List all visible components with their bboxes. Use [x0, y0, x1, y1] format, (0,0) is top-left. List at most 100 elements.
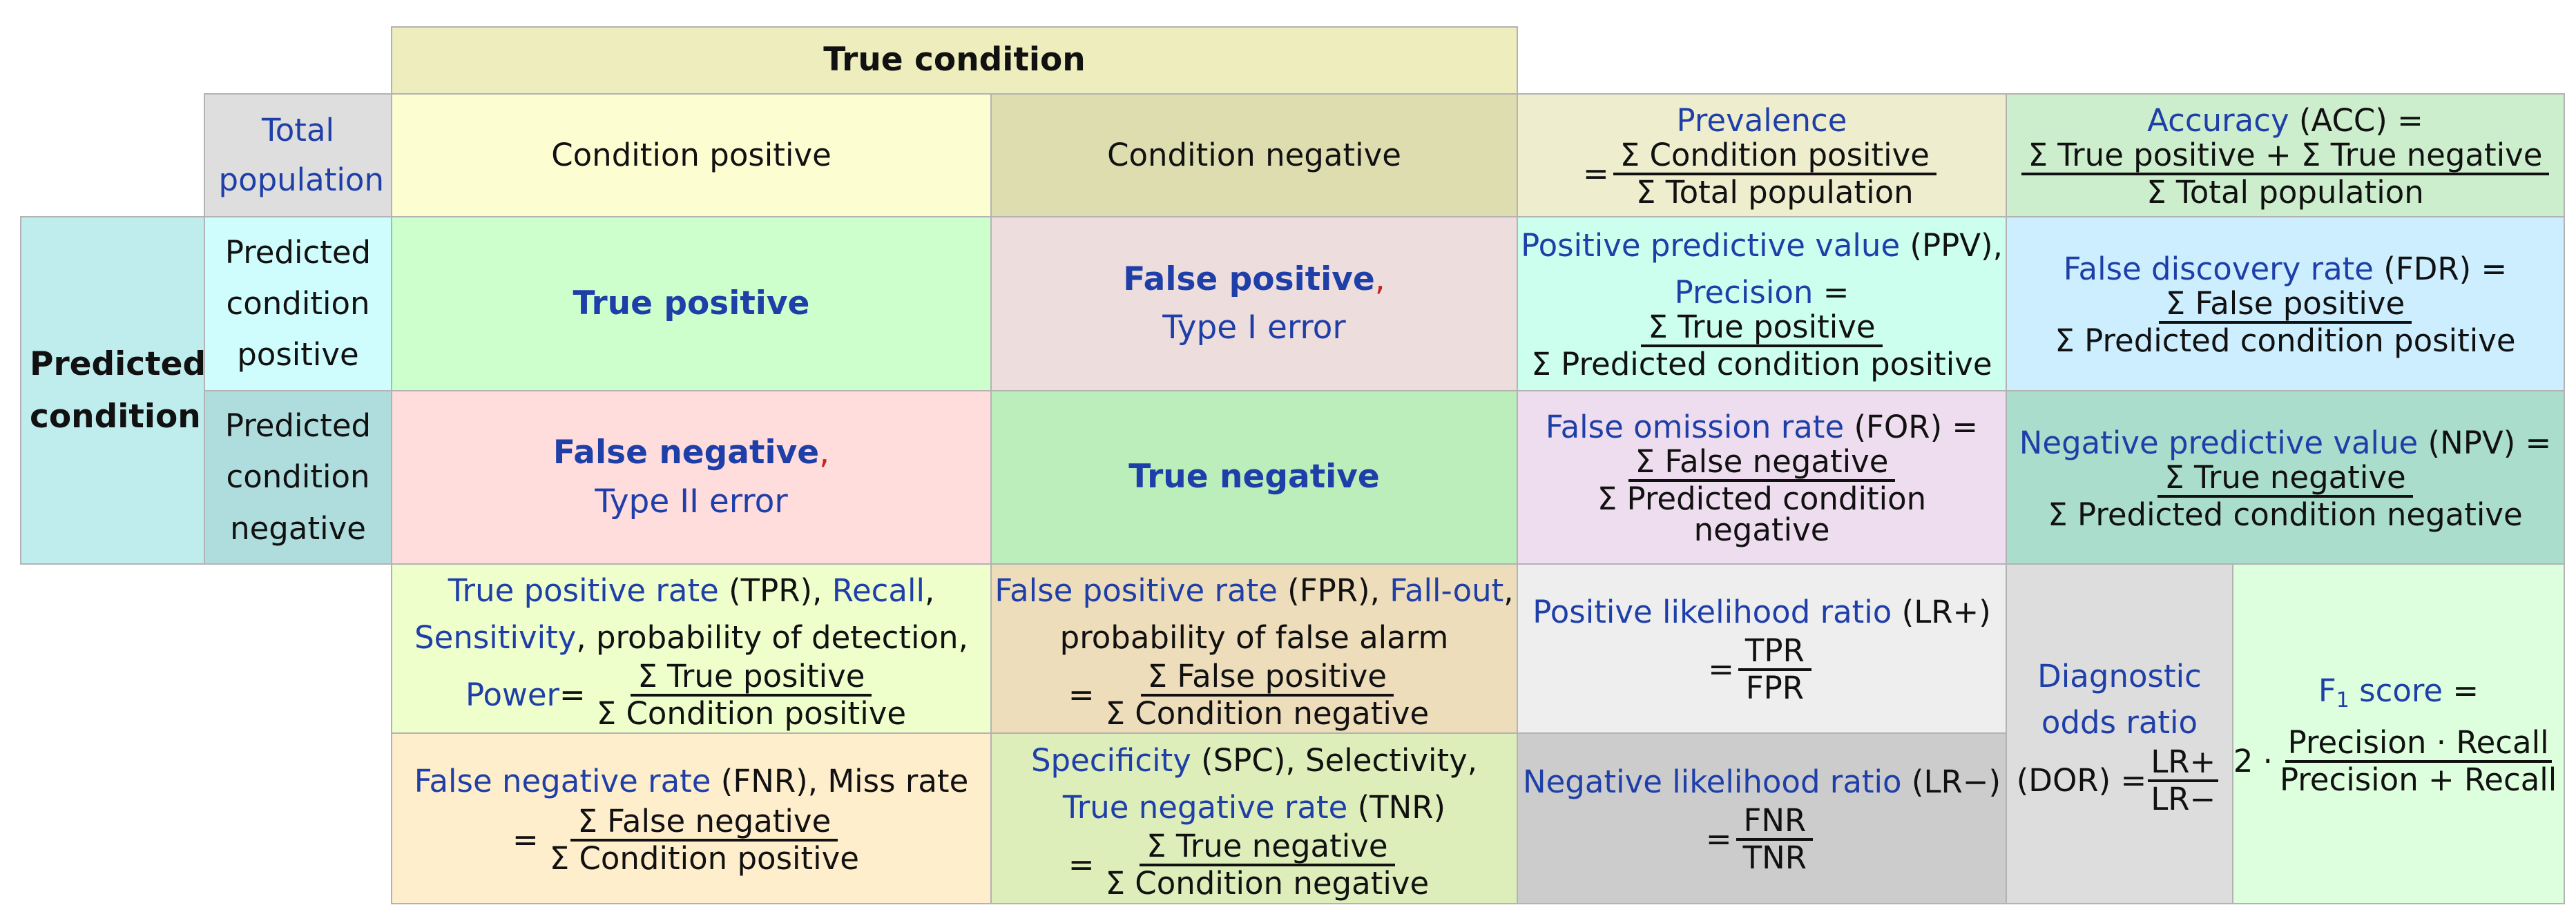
npv-fraction: Σ True negative Σ Predicted condition ne…: [2041, 461, 2529, 533]
f1-cell: F1 score = 2 · Precision · Recall Precis…: [2232, 563, 2565, 904]
fdr-numerator: Σ False positive: [2158, 288, 2412, 324]
lr-negative-fraction: FNR TNR: [1736, 804, 1814, 874]
lr-positive-equals: =: [1708, 650, 1734, 688]
accuracy-label: Accuracy: [2147, 102, 2289, 139]
fdr-denominator: Σ Predicted condition positive: [2055, 322, 2516, 359]
fnr-denominator: Σ Condition positive: [549, 839, 859, 877]
tpr-fraction: Σ True positive Σ Condition positive: [590, 661, 913, 730]
condition-negative-header: Condition negative: [990, 93, 1518, 217]
for-numerator: Σ False negative: [1628, 445, 1896, 482]
fdr-cell: False discovery rate (FDR) = Σ False pos…: [2006, 216, 2565, 391]
accuracy-numerator: Σ True positive + Σ True negative: [2021, 139, 2550, 175]
tnr-abbr: (TNR): [1347, 788, 1446, 826]
ppv-denominator: Σ Predicted condition positive: [1531, 346, 1992, 382]
ppv-title: Positive predictive value (PPV),: [1521, 227, 2003, 264]
specificity-numerator: Σ True negative: [1140, 830, 1395, 866]
detection-label: , probability of detection,: [576, 619, 968, 656]
predicted-negative-header: Predicted condition negative: [204, 390, 392, 565]
prevalence-numerator: Σ Condition positive: [1613, 139, 1936, 175]
predicted-condition-label: Predicted condition: [30, 345, 206, 436]
fnr-equals: =: [512, 821, 539, 858]
lr-negative-abbr: (LR−): [1901, 763, 2001, 800]
lr-positive-cell: Positive likelihood ratio (LR+) = TPR FP…: [1517, 563, 2007, 734]
f1-denominator: Precision + Recall: [2279, 761, 2557, 798]
specificity-fraction: Σ True negative Σ Condition negative: [1099, 830, 1436, 900]
f1-equals: =: [2443, 672, 2479, 709]
power-label: Power: [465, 677, 560, 714]
fpr-formula: = Σ False positive Σ Condition negative: [1068, 661, 1440, 730]
npv-label: Negative predictive value: [2019, 424, 2419, 461]
for-label: False omission rate: [1545, 408, 1845, 445]
specificity-denominator: Σ Condition negative: [1105, 865, 1430, 902]
npv-numerator: Σ True negative: [2157, 461, 2413, 498]
fpr-line1: False positive rate (FPR), Fall-out,: [994, 567, 1513, 614]
accuracy-fraction: Σ True positive + Σ True negative Σ Tota…: [2021, 139, 2550, 208]
lr-positive-denominator: FPR: [1745, 669, 1804, 706]
specificity-formula: = Σ True negative Σ Condition negative: [1068, 830, 1440, 900]
lr-negative-label: Negative likelihood ratio: [1522, 763, 1902, 800]
precision-title: Precision =: [1675, 274, 1849, 311]
power-equals: =: [559, 677, 586, 714]
dor-line2: odds ratio: [2041, 704, 2198, 741]
ppv-label: Positive predictive value: [1521, 227, 1901, 264]
precision-equals: =: [1813, 274, 1849, 311]
false-positive-label: False positive: [1123, 260, 1375, 298]
specificity-cell: Specificity (SPC), Selectivity, True neg…: [990, 732, 1518, 904]
fnr-abbr: (FNR), Miss rate: [711, 762, 969, 799]
fpr-denominator: Σ Condition negative: [1105, 695, 1430, 732]
specificity-abbr: (SPC), Selectivity,: [1191, 742, 1478, 779]
lr-negative-formula: = FNR TNR: [1706, 804, 1818, 874]
npv-denominator: Σ Predicted condition negative: [2048, 496, 2523, 533]
tpr-denominator: Σ Condition positive: [596, 695, 907, 732]
f1-coefficient: 2 ·: [2233, 742, 2273, 779]
npv-cell: Negative predictive value (NPV) = Σ True…: [2006, 390, 2565, 565]
for-cell: False omission rate (FOR) = Σ False nega…: [1517, 390, 2007, 565]
fdr-fraction: Σ False positive Σ Predicted condition p…: [2048, 288, 2522, 357]
tpr-formula: Power = Σ True positive Σ Condition posi…: [465, 661, 917, 730]
accuracy-denominator: Σ Total population: [2146, 174, 2424, 211]
predicted-positive-header: Predicted condition positive: [204, 216, 392, 391]
true-positive-cell: True positive: [391, 216, 992, 391]
false-negative-title: False negative,: [553, 429, 829, 478]
lr-positive-label: Positive likelihood ratio: [1532, 593, 1892, 630]
fpr-cell: False positive rate (FPR), Fall-out, pro…: [990, 563, 1518, 734]
fpr-equals: =: [1068, 677, 1095, 714]
f1-formula: 2 · Precision · Recall Precision + Recal…: [2233, 726, 2564, 798]
f1-fraction: Precision · Recall Precision + Recall: [2277, 726, 2559, 798]
fnr-cell: False negative rate (FNR), Miss rate = Σ…: [391, 732, 992, 904]
npv-abbr: (NPV) =: [2418, 424, 2552, 461]
precision-label: Precision: [1674, 274, 1814, 311]
accuracy-title: Accuracy (ACC) =: [2147, 102, 2423, 139]
fpr-label: False positive rate: [994, 572, 1278, 610]
tpr-abbr: (TPR),: [718, 572, 832, 610]
predicted-condition-header: Predicted condition: [20, 216, 206, 565]
condition-positive-header: Condition positive: [391, 93, 992, 217]
false-negative-comma: ,: [819, 434, 830, 471]
true-negative-cell: True negative: [990, 390, 1518, 565]
tpr-numerator: Σ True positive: [631, 661, 872, 697]
tpr-cell: True positive rate (TPR), Recall, Sensit…: [391, 563, 992, 734]
lr-positive-title: Positive likelihood ratio (LR+): [1532, 594, 1991, 631]
fnr-numerator: Σ False negative: [570, 805, 838, 842]
total-population-label: Total population: [218, 112, 384, 198]
specificity-label: Specificity: [1030, 742, 1191, 779]
fnr-fraction: Σ False negative Σ Condition positive: [543, 805, 866, 877]
fallout-label: Fall-out: [1390, 572, 1504, 610]
false-positive-cell: False positive, Type I error: [990, 216, 1518, 391]
f1-title: F1 score =: [2318, 672, 2479, 713]
fnr-formula: = Σ False negative Σ Condition positive: [512, 805, 870, 877]
prevalence-label: Prevalence: [1676, 102, 1847, 139]
fpr-abbr: (FPR),: [1277, 572, 1390, 610]
dor-numerator: LR+: [2148, 746, 2219, 782]
for-abbr: (FOR) =: [1844, 408, 1979, 445]
false-negative-cell: False negative, Type II error: [391, 390, 992, 565]
tpr-line1: True positive rate (TPR), Recall,: [448, 567, 935, 614]
prevalence-fraction: Σ Condition positive Σ Total population: [1613, 139, 1936, 208]
fdr-label: False discovery rate: [2063, 251, 2374, 288]
lr-positive-numerator: TPR: [1738, 634, 1811, 671]
prevalence-equals: =: [1582, 155, 1609, 192]
dor-abbr: (DOR) =: [2016, 761, 2147, 799]
dor-fraction: LR+ LR−: [2148, 746, 2219, 815]
recall-label: Recall: [832, 572, 925, 610]
fpr-fraction: Σ False positive Σ Condition negative: [1099, 661, 1436, 730]
